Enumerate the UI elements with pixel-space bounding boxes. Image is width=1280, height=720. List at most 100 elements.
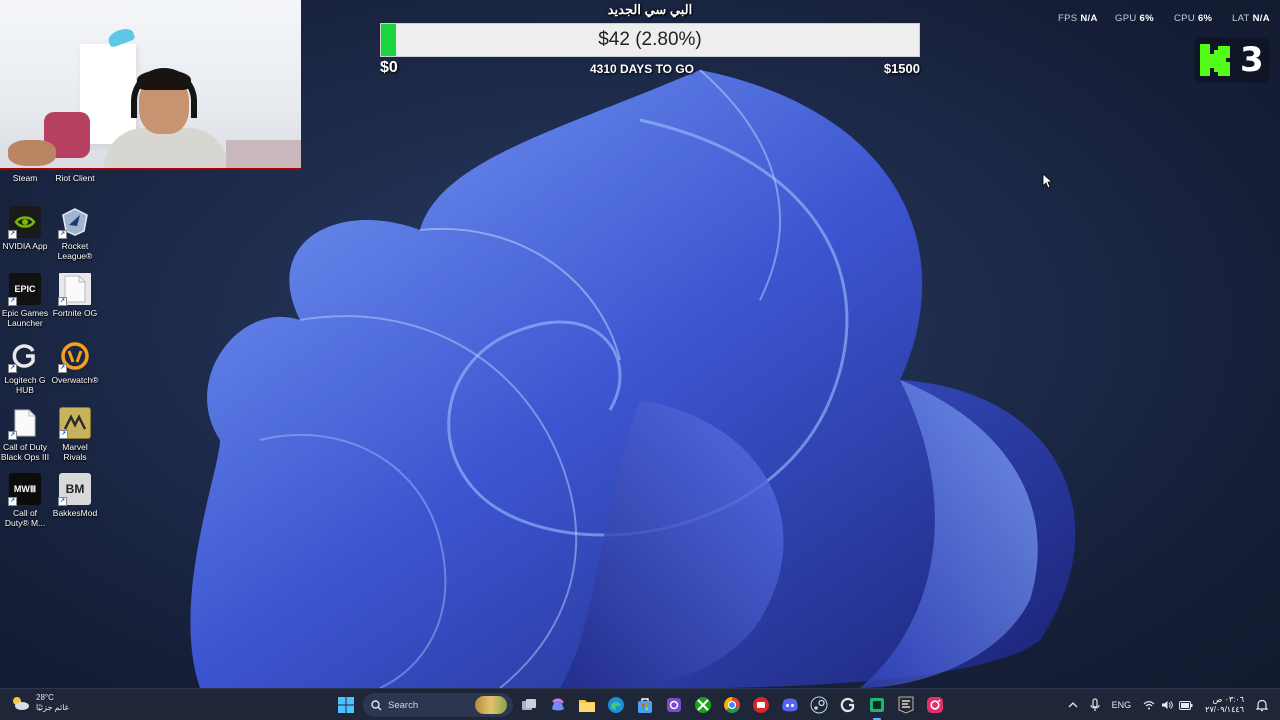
desktop-icon-cod-black-ops-3[interactable]: ↗ Call of Duty Black Ops III <box>0 407 50 462</box>
copilot-icon <box>552 698 564 711</box>
desktop-icon-label: NVIDIA App <box>2 241 48 251</box>
tray-network-volume-battery[interactable] <box>1143 700 1193 710</box>
desktop-icon-steam[interactable]: Steam <box>0 173 50 183</box>
perf-fps-label: FPS <box>1058 13 1078 24</box>
marvel-rivals-icon: ↗ <box>59 407 91 439</box>
bell-icon <box>1256 699 1268 711</box>
discord-icon <box>782 698 798 712</box>
taskbar-discord[interactable] <box>778 693 802 717</box>
taskbar-app-green[interactable] <box>865 693 889 720</box>
instagram-icon <box>927 697 943 713</box>
taskbar-task-view[interactable] <box>517 693 541 717</box>
taskbar-file-explorer[interactable] <box>575 693 599 717</box>
file-icon: ↗ <box>8 407 41 440</box>
battery-icon <box>1179 700 1193 710</box>
taskbar-chrome[interactable] <box>720 693 744 717</box>
desktop-icon-label: Rocket League® <box>57 241 93 261</box>
taskbar-app-purple[interactable] <box>662 693 686 717</box>
taskbar-edge[interactable] <box>604 693 628 717</box>
search-icon <box>371 699 382 710</box>
taskbar-apps: Search <box>334 693 952 720</box>
taskbar-app-red[interactable] <box>749 693 773 717</box>
taskbar-logitech[interactable] <box>836 693 860 717</box>
goal-min-label: $0 <box>380 59 398 76</box>
desktop-icon-riot-client[interactable]: Riot Client <box>50 173 100 183</box>
goal-title: البي سي الجديد <box>607 2 693 17</box>
search-highlight-art <box>475 696 507 714</box>
volume-icon <box>1162 701 1174 709</box>
partly-cloudy-icon <box>10 695 30 711</box>
desktop-icon-bakkesmod[interactable]: BM ↗ BakkesMod <box>50 473 100 518</box>
search-placeholder: Search <box>388 699 419 711</box>
task-view-icon <box>522 699 536 710</box>
system-tray: ENG ٠٣:٠٦ ص ٢٧/٠٩/١٤٤٦ <box>1068 689 1280 720</box>
desktop-icon-marvel-rivals[interactable]: ↗ Marvel Rivals <box>50 407 100 462</box>
edge-icon <box>608 697 624 713</box>
store-icon <box>638 698 652 713</box>
tray-date: ٢٧/٠٩/١٤٤٦ <box>1205 705 1244 714</box>
tray-clock[interactable]: ٠٣:٠٦ ص ٢٧/٠٩/١٤٤٦ <box>1205 695 1244 715</box>
chevron-up-icon <box>1068 702 1078 708</box>
tray-notifications[interactable] <box>1256 699 1268 712</box>
desktop-icon-nvidia-app[interactable]: ↗ NVIDIA App <box>0 206 50 251</box>
wifi-icon <box>1143 701 1155 710</box>
perf-gpu-label: GPU <box>1115 13 1137 24</box>
windows-icon <box>338 697 354 713</box>
file-icon: ↗ <box>58 273 91 306</box>
desktop-icon-label: Epic Games Launcher <box>1 308 49 328</box>
desktop-icon-label: Logitech G HUB <box>4 375 46 395</box>
microphone-icon <box>1090 698 1100 711</box>
mw3-icon: MWⅢ ↗ <box>8 473 41 506</box>
desktop-icon-cod-modern-warfare[interactable]: MWⅢ ↗ Call of Duty® M... <box>0 473 50 528</box>
desktop-icon-overwatch[interactable]: ↗ Overwatch® <box>50 340 100 385</box>
desktop-icon-label: Marvel Rivals <box>62 442 88 462</box>
webcam-overlay <box>0 0 301 170</box>
taskbar-copilot[interactable] <box>546 693 570 717</box>
goal-days-remaining: 4310 DAYS TO GO <box>589 62 695 76</box>
desktop-icon-rocket-league[interactable]: ↗ Rocket League® <box>50 206 100 261</box>
taskbar-store[interactable] <box>633 693 657 717</box>
tray-microphone[interactable] <box>1090 698 1100 712</box>
folder-icon <box>579 700 595 712</box>
perf-lat-value: N/A <box>1252 13 1270 24</box>
kick-logo-icon <box>1200 44 1230 76</box>
desktop-icon-epic-games[interactable]: EPIC ↗ Epic Games Launcher <box>0 273 50 328</box>
perf-cpu: CPU 6% <box>1174 13 1212 24</box>
desktop-icon-label: Call of Duty® M... <box>4 508 46 528</box>
taskbar: 28°C غائم جزئيًا Search ENG ٠٣:٠٦ ص ٢٧/٠… <box>0 688 1280 720</box>
weather-desc: غائم جزئيًا <box>36 703 69 712</box>
perf-fps-value: N/A <box>1080 13 1098 24</box>
logitech-g-icon <box>840 697 855 713</box>
mouse-cursor-icon <box>1042 173 1054 189</box>
perf-fps: FPS N/A <box>1058 13 1098 24</box>
bakkesmod-icon: BM ↗ <box>58 473 91 506</box>
epic-games-icon: EPIC ↗ <box>8 273 41 306</box>
desktop-icon-label: Call of Duty Black Ops III <box>0 442 50 462</box>
steam-icon <box>810 696 828 714</box>
weather-widget[interactable]: 28°C غائم جزئيًا <box>10 693 69 713</box>
tray-language[interactable]: ENG <box>1112 700 1132 710</box>
goal-amount: $42 (2.80%) <box>598 29 702 50</box>
desktop-icon-label: Fortnite OG <box>52 308 98 318</box>
perf-lat: LAT N/A <box>1232 13 1270 24</box>
overwatch-icon: ↗ <box>58 340 91 373</box>
taskbar-epic-games[interactable] <box>894 693 918 717</box>
start-button[interactable] <box>334 693 358 717</box>
perf-lat-label: LAT <box>1232 13 1250 24</box>
desktop-icon-label: Overwatch® <box>51 375 99 385</box>
taskbar-search[interactable]: Search <box>363 693 513 717</box>
tray-overflow-button[interactable] <box>1068 701 1078 709</box>
taskbar-xbox[interactable] <box>691 693 715 717</box>
desktop-icon-fortnite-og[interactable]: ↗ Fortnite OG <box>50 273 100 318</box>
xbox-icon <box>695 697 711 713</box>
app-icon <box>753 697 769 713</box>
chrome-icon <box>724 697 740 713</box>
perf-gpu: GPU 6% <box>1115 13 1154 24</box>
goal-max-label: $1500 <box>883 61 920 76</box>
desktop-icon-logitech-g-hub[interactable]: ↗ Logitech G HUB <box>0 340 50 395</box>
taskbar-steam[interactable] <box>807 693 831 717</box>
rocket-league-icon: ↗ <box>58 206 91 239</box>
taskbar-instagram[interactable] <box>923 693 947 717</box>
app-icon <box>667 698 681 712</box>
perf-cpu-label: CPU <box>1174 13 1195 24</box>
